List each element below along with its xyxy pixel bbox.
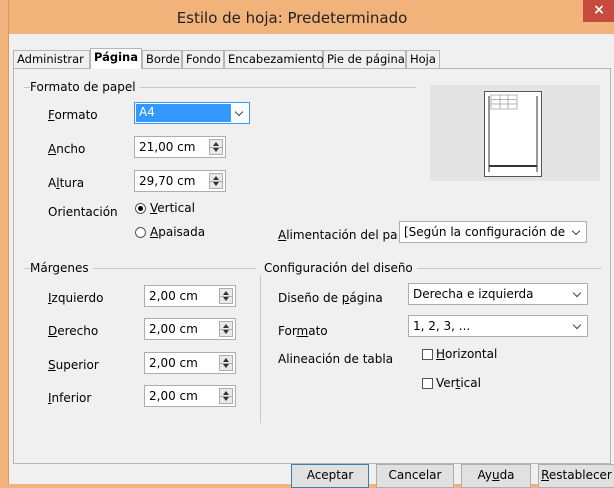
spin-buttons[interactable] — [219, 355, 233, 371]
page-preview — [430, 85, 600, 181]
top-margin-label: Superior — [48, 358, 99, 372]
spin-buttons[interactable] — [209, 139, 223, 155]
bottom-margin-value: 2,00 cm — [149, 389, 198, 403]
tab-fondo[interactable]: Fondo — [182, 50, 224, 68]
width-value: 21,00 cm — [139, 140, 196, 154]
right-margin-label: Derecho — [48, 324, 99, 338]
page-layout-select[interactable]: Derecha e izquierda — [408, 283, 588, 305]
help-button[interactable]: Ayuda — [461, 464, 531, 488]
cancel-button[interactable]: Cancelar — [376, 464, 454, 488]
paper-tray-value: [Según la configuración de la i — [404, 225, 569, 239]
left-margin-label: Izquierdo — [48, 291, 104, 305]
numbering-format-select[interactable]: 1, 2, 3, ... — [408, 315, 588, 337]
tab-hoja[interactable]: Hoja — [406, 50, 440, 68]
width-label: Ancho — [48, 142, 86, 156]
spin-buttons[interactable] — [219, 388, 233, 404]
tab-borde[interactable]: Borde — [142, 50, 182, 68]
numbering-format-value: 1, 2, 3, ... — [413, 319, 471, 333]
numbering-format-label: Formato — [278, 324, 328, 338]
horizontal-label[interactable]: Horizontal — [436, 347, 497, 361]
paper-format-value: A4 — [136, 104, 231, 122]
bottom-margin-stepper[interactable]: 2,00 cm — [144, 385, 236, 407]
paper-tray-label: Alimentación del pap — [278, 228, 398, 242]
landscape-label[interactable]: Apaisada — [150, 225, 205, 239]
paper-format-select[interactable]: A4 — [134, 102, 250, 124]
page-layout-value: Derecha e izquierda — [413, 287, 534, 301]
height-label: Altura — [48, 176, 85, 190]
top-margin-value: 2,00 cm — [149, 356, 198, 370]
chevron-down-icon[interactable] — [568, 222, 586, 242]
spin-buttons[interactable] — [219, 288, 233, 304]
down-arrow-icon[interactable] — [223, 397, 229, 401]
right-margin-value: 2,00 cm — [149, 322, 198, 336]
reset-button[interactable]: Restablecer — [538, 464, 614, 488]
height-stepper[interactable]: 29,70 cm — [134, 170, 226, 192]
margins-group-title: Márgenes — [30, 261, 93, 275]
layout-group-title: Configuración del diseño — [264, 261, 417, 275]
spin-buttons[interactable] — [219, 321, 233, 337]
close-button[interactable]: × — [583, 0, 614, 22]
chevron-down-icon[interactable] — [231, 103, 249, 123]
title-bar[interactable]: Estilo de hoja: Predeterminado × — [9, 0, 614, 34]
page-layout-label: Diseño de página — [278, 291, 383, 305]
group-divider — [260, 275, 261, 423]
paper-group-title: Formato de papel — [30, 80, 140, 94]
tab-encabezamiento[interactable]: Encabezamiento — [224, 50, 324, 68]
page-preview-sheet — [484, 91, 542, 177]
spin-buttons[interactable] — [209, 173, 223, 189]
left-margin-stepper[interactable]: 2,00 cm — [144, 285, 236, 307]
bottom-margin-label: Inferior — [48, 391, 92, 405]
left-margin-value: 2,00 cm — [149, 289, 198, 303]
right-margin-stepper[interactable]: 2,00 cm — [144, 318, 236, 340]
vertical-checkbox[interactable] — [422, 378, 433, 389]
tab-pie-de-pagina[interactable]: Pie de página — [323, 50, 406, 68]
page-tab-panel: Formato de papel Formato A4 Ancho 21,00 … — [13, 68, 611, 464]
orientation-label: Orientación — [48, 205, 118, 219]
width-stepper[interactable]: 21,00 cm — [134, 136, 226, 158]
up-arrow-icon[interactable] — [213, 142, 219, 146]
down-arrow-icon[interactable] — [213, 182, 219, 186]
down-arrow-icon[interactable] — [223, 364, 229, 368]
up-arrow-icon[interactable] — [213, 176, 219, 180]
down-arrow-icon[interactable] — [213, 148, 219, 152]
format-label: Formato — [48, 108, 98, 122]
tab-pagina[interactable]: Página — [90, 48, 142, 69]
portrait-label[interactable]: Vertical — [150, 201, 195, 215]
height-value: 29,70 cm — [139, 174, 196, 188]
down-arrow-icon[interactable] — [223, 297, 229, 301]
portrait-radio[interactable] — [135, 203, 146, 214]
dialog-window: Estilo de hoja: Predeterminado × Adminis… — [8, 0, 614, 488]
landscape-radio[interactable] — [135, 227, 146, 238]
down-arrow-icon[interactable] — [223, 330, 229, 334]
table-alignment-label: Alineación de tabla — [278, 352, 394, 366]
paper-tray-select[interactable]: [Según la configuración de la i — [399, 221, 587, 243]
close-icon: × — [593, 2, 605, 18]
up-arrow-icon[interactable] — [223, 324, 229, 328]
ok-button[interactable]: Aceptar — [291, 464, 369, 488]
up-arrow-icon[interactable] — [223, 391, 229, 395]
horizontal-checkbox[interactable] — [422, 349, 433, 360]
up-arrow-icon[interactable] — [223, 291, 229, 295]
tab-administrar[interactable]: Administrar — [13, 50, 90, 68]
top-margin-stepper[interactable]: 2,00 cm — [144, 352, 236, 374]
chevron-down-icon[interactable] — [569, 316, 587, 336]
chevron-down-icon[interactable] — [569, 284, 587, 304]
page-preview-drawing — [488, 94, 538, 172]
up-arrow-icon[interactable] — [223, 358, 229, 362]
vertical-label[interactable]: Vertical — [436, 376, 481, 390]
dialog-title: Estilo de hoja: Predeterminado — [176, 9, 408, 27]
